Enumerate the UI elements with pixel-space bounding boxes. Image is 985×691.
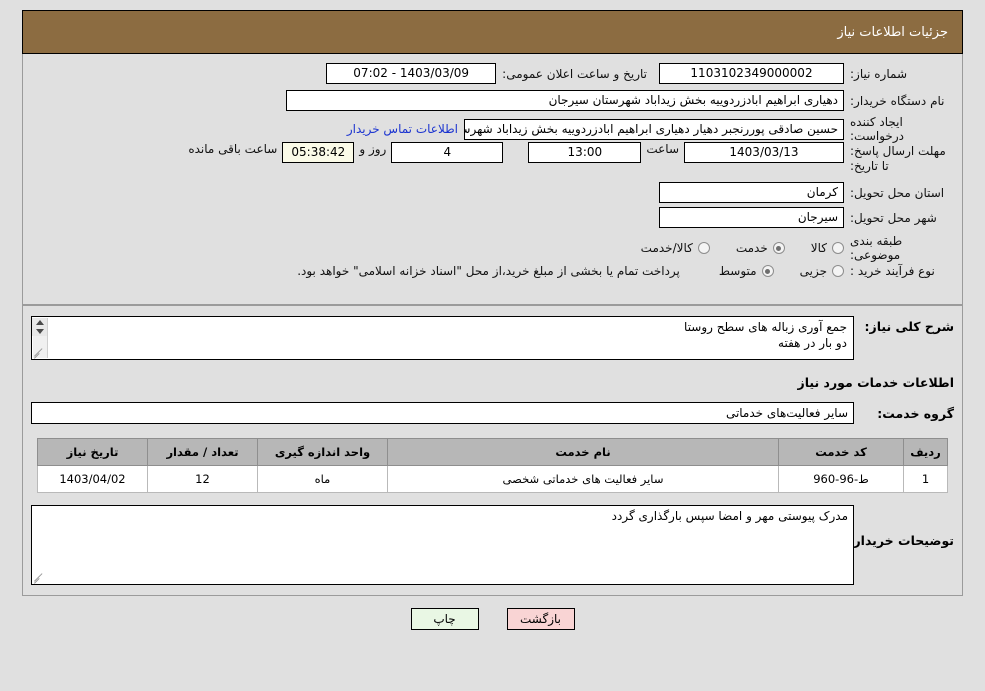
process-option-label: جزیی <box>799 264 827 278</box>
scroll-up-icon[interactable] <box>32 318 47 327</box>
category-row: طبقه بندی موضوعی: کالا خدمت کالا/خدمت <box>615 234 954 262</box>
requester-value: حسین صادقی پوررنجبر دهیار دهیاری ابراهیم… <box>464 118 844 140</box>
province-row: استان محل تحویل: کرمان <box>659 182 954 203</box>
cell-date: 1403/04/02 <box>37 465 148 493</box>
requester-label: ایجاد کننده درخواست: <box>850 115 904 143</box>
th-name: نام خدمت <box>387 438 779 466</box>
process-option-label: متوسط <box>718 264 757 278</box>
deadline-row: مهلت ارسال پاسخ: تا تاریخ: 1403/03/13 سا… <box>183 142 954 174</box>
buyer-contact-link[interactable]: اطلاعات تماس خریدار <box>341 122 464 136</box>
deadline-label: مهلت ارسال پاسخ: تا تاریخ: <box>850 144 946 173</box>
description-line-1: جمع آوری زباله های سطح روستا <box>684 320 847 334</box>
need-number-label: شماره نیاز: <box>850 66 907 81</box>
process-label: نوع فرآیند خرید : <box>850 264 935 278</box>
city-value: سیرجان <box>659 207 844 228</box>
radio-icon[interactable] <box>772 242 785 254</box>
category-option-kala[interactable]: کالا <box>811 241 844 255</box>
th-code: کد خدمت <box>778 438 904 466</box>
buyer-org-row: نام دستگاه خریدار: دهیاری ابراهیم ابادزر… <box>286 90 954 111</box>
description-label: شرح کلی نیاز: <box>864 319 954 334</box>
buyer-org-label: نام دستگاه خریدار: <box>850 93 945 108</box>
page-title: جزئیات اطلاعات نیاز <box>837 24 948 40</box>
announce-value: 1403/03/09 - 07:02 <box>326 63 497 84</box>
need-info-fields: شماره نیاز: 1103102349000002 تاریخ و ساع… <box>23 54 962 304</box>
service-group-value: سایر فعالیت‌های خدماتی <box>31 402 854 424</box>
payment-note: پرداخت تمام یا بخشی از مبلغ خرید،از محل … <box>297 264 680 278</box>
resize-grip-icon[interactable] <box>34 346 46 358</box>
page-header: جزئیات اطلاعات نیاز <box>22 10 963 54</box>
countdown-label: ساعت باقی مانده <box>188 142 278 156</box>
city-row: شهر محل تحویل: سیرجان <box>659 207 954 228</box>
deadline-date-value: 1403/03/13 <box>684 142 844 163</box>
category-option-label: خدمت <box>735 241 768 255</box>
days-remaining-label: روز و <box>359 142 387 156</box>
deadline-hour-label: ساعت <box>646 142 679 156</box>
category-option-khedmat[interactable]: خدمت <box>736 241 785 255</box>
table-header-row: ردیف کد خدمت نام خدمت واحد اندازه گیری ت… <box>37 438 948 466</box>
cell-qty: 12 <box>147 465 258 493</box>
countdown-value: 05:38:42 <box>282 142 355 163</box>
description-textarea[interactable]: جمع آوری زباله های سطح روستا دو بار در ه… <box>31 316 854 360</box>
print-button[interactable]: چاپ <box>410 608 479 630</box>
buyer-org-value: دهیاری ابراهیم ابادزردوییه بخش زیداباد ش… <box>286 90 844 111</box>
radio-icon[interactable] <box>761 265 774 277</box>
footer-actions: بازگشت چاپ <box>22 596 963 640</box>
province-label: استان محل تحویل: <box>850 185 945 200</box>
details-panel: شرح کلی نیاز: جمع آوری زباله های سطح روس… <box>22 305 963 596</box>
resize-grip-icon[interactable] <box>34 571 46 583</box>
radio-icon[interactable] <box>832 265 844 277</box>
cell-code: ط-96-960 <box>778 465 904 493</box>
page-root: جزئیات اطلاعات نیاز شماره نیاز: 11031023… <box>0 0 985 640</box>
days-remaining-value: 4 <box>391 142 504 163</box>
buyer-notes-row: توضیحات خریدار: مدرک پیوستی مهر و امضا س… <box>31 505 954 585</box>
cell-name: سایر فعالیت های خدماتی شخصی <box>387 465 779 493</box>
scroll-down-icon[interactable] <box>32 327 47 336</box>
services-table-wrap: ردیف کد خدمت نام خدمت واحد اندازه گیری ت… <box>31 438 954 493</box>
buyer-notes-label: توضیحات خریدار: <box>848 533 954 548</box>
deadline-hour-value: 13:00 <box>528 142 642 163</box>
description-row: شرح کلی نیاز: جمع آوری زباله های سطح روس… <box>31 316 954 360</box>
description-line-2: دو بار در هفته <box>778 336 847 350</box>
requester-row: ایجاد کننده درخواست: حسین صادقی پوررنجبر… <box>341 115 954 143</box>
table-row: 1 ط-96-960 سایر فعالیت های خدماتی شخصی م… <box>37 465 948 493</box>
category-label: طبقه بندی موضوعی: <box>850 234 903 262</box>
service-group-label: گروه خدمت: <box>877 405 954 421</box>
announce-row: تاریخ و ساعت اعلان عمومی: 1403/03/09 - 0… <box>326 63 647 84</box>
announce-label: تاریخ و ساعت اعلان عمومی: <box>502 66 647 81</box>
category-option-label: کالا/خدمت <box>640 241 693 255</box>
category-option-label: کالا <box>810 241 827 255</box>
buyer-notes-value: مدرک پیوستی مهر و امضا سپس بارگذاری گردد <box>611 509 848 523</box>
th-row: ردیف <box>903 438 948 466</box>
th-qty: تعداد / مقدار <box>147 438 258 466</box>
back-button[interactable]: بازگشت <box>506 608 575 630</box>
process-option-jozei[interactable]: جزیی <box>800 264 844 278</box>
th-date: تاریخ نیاز <box>37 438 148 466</box>
services-section-title: اطلاعات خدمات مورد نیاز <box>797 375 955 390</box>
need-number-row: شماره نیاز: 1103102349000002 <box>659 63 954 84</box>
th-unit: واحد اندازه گیری <box>257 438 388 466</box>
cell-unit: ماه <box>257 465 388 493</box>
city-label: شهر محل تحویل: <box>850 210 937 225</box>
cell-row: 1 <box>903 465 948 493</box>
service-group-row: گروه خدمت: سایر فعالیت‌های خدماتی <box>31 402 954 424</box>
category-option-kala-khedmat[interactable]: کالا/خدمت <box>641 241 710 255</box>
need-number-value: 1103102349000002 <box>659 63 844 84</box>
process-option-motevaset[interactable]: متوسط <box>719 264 774 278</box>
process-row: نوع فرآیند خرید : جزیی متوسط پرداخت تمام… <box>292 264 954 278</box>
radio-icon[interactable] <box>697 242 710 254</box>
services-table: ردیف کد خدمت نام خدمت واحد اندازه گیری ت… <box>37 438 948 493</box>
services-section-header: اطلاعات خدمات مورد نیاز <box>31 372 955 391</box>
buyer-notes-textarea[interactable]: مدرک پیوستی مهر و امضا سپس بارگذاری گردد <box>31 505 854 585</box>
need-info-panel: شماره نیاز: 1103102349000002 تاریخ و ساع… <box>22 54 963 305</box>
province-value: کرمان <box>659 182 844 203</box>
radio-icon[interactable] <box>832 242 844 254</box>
